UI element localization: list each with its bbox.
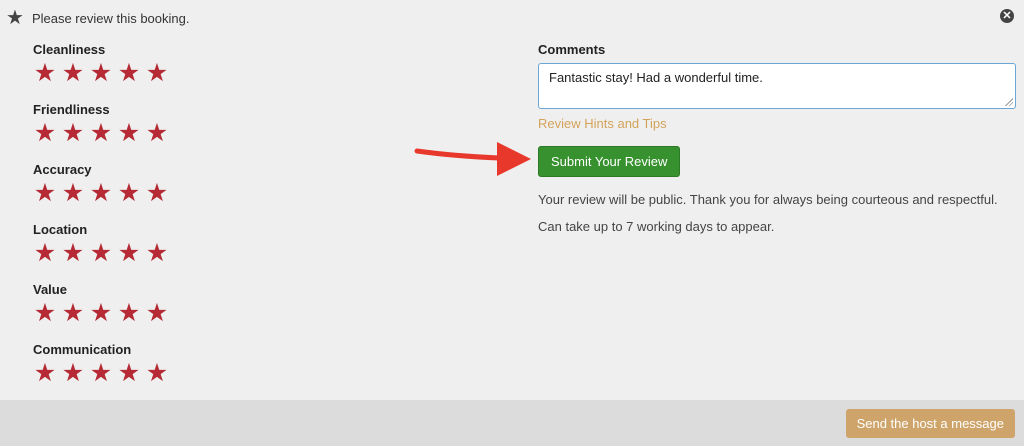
rating-label: Communication: [33, 342, 132, 357]
footer-bar: Send the host a message: [0, 400, 1024, 446]
star-icon[interactable]: ★: [117, 301, 141, 326]
star-icon[interactable]: ★: [117, 121, 141, 146]
star-icon[interactable]: ★: [89, 181, 113, 206]
star-rating: ★ ★ ★ ★ ★: [33, 181, 233, 206]
close-icon[interactable]: ✕: [1000, 9, 1014, 23]
public-notice: Your review will be public. Thank you fo…: [538, 192, 998, 207]
rating-accuracy: Accuracy ★ ★ ★ ★ ★: [33, 162, 233, 220]
star-rating: ★ ★ ★ ★ ★: [33, 121, 233, 146]
comments-textarea[interactable]: Fantastic stay! Had a wonderful time.: [538, 63, 1016, 109]
star-icon[interactable]: ★: [145, 241, 169, 266]
star-icon[interactable]: ★: [117, 61, 141, 86]
rating-label: Cleanliness: [33, 42, 106, 57]
comments-value: Fantastic stay! Had a wonderful time.: [549, 70, 763, 85]
rating-value: Value ★ ★ ★ ★ ★: [33, 282, 233, 340]
star-icon[interactable]: ★: [61, 301, 85, 326]
star-icon[interactable]: ★: [33, 361, 57, 386]
comments-section: Comments Fantastic stay! Had a wonderful…: [538, 40, 1018, 234]
star-icon[interactable]: ★: [61, 361, 85, 386]
review-hints-link[interactable]: Review Hints and Tips: [538, 116, 1018, 132]
comments-label: Comments: [538, 42, 606, 57]
resize-handle-icon[interactable]: [1005, 98, 1013, 106]
review-header: ★ Please review this booking.: [6, 8, 189, 28]
star-icon[interactable]: ★: [33, 241, 57, 266]
rating-label: Value: [33, 282, 67, 297]
star-rating: ★ ★ ★ ★ ★: [33, 241, 233, 266]
rating-label: Accuracy: [33, 162, 92, 177]
star-icon[interactable]: ★: [33, 61, 57, 86]
star-rating: ★ ★ ★ ★ ★: [33, 361, 233, 386]
star-icon[interactable]: ★: [145, 61, 169, 86]
star-icon[interactable]: ★: [33, 181, 57, 206]
star-icon[interactable]: ★: [145, 121, 169, 146]
star-icon[interactable]: ★: [89, 301, 113, 326]
rating-friendliness: Friendliness ★ ★ ★ ★ ★: [33, 102, 233, 160]
header-title: Please review this booking.: [31, 10, 190, 26]
star-icon[interactable]: ★: [61, 241, 85, 266]
star-rating: ★ ★ ★ ★ ★: [33, 61, 233, 86]
star-icon[interactable]: ★: [145, 361, 169, 386]
star-icon[interactable]: ★: [145, 301, 169, 326]
star-icon[interactable]: ★: [89, 121, 113, 146]
arrow-shaft: [414, 148, 502, 161]
rating-location: Location ★ ★ ★ ★ ★: [33, 222, 233, 280]
star-icon[interactable]: ★: [89, 61, 113, 86]
star-icon[interactable]: ★: [89, 361, 113, 386]
send-host-message-button[interactable]: Send the host a message: [845, 409, 1015, 438]
star-icon[interactable]: ★: [61, 121, 85, 146]
review-panel: ★ Please review this booking. ✕ Cleanlin…: [0, 0, 1024, 400]
star-icon: ★: [6, 7, 24, 29]
submit-review-button[interactable]: Submit Your Review: [538, 146, 681, 177]
star-icon[interactable]: ★: [61, 61, 85, 86]
delay-notice: Can take up to 7 working days to appear.: [538, 219, 775, 234]
rating-label: Location: [33, 222, 88, 237]
ratings-list: Cleanliness ★ ★ ★ ★ ★ Friendliness ★ ★ ★ ★ ★ Accurac…: [33, 40, 233, 400]
star-icon[interactable]: ★: [117, 241, 141, 266]
rating-label: Friendliness: [33, 102, 110, 117]
star-icon[interactable]: ★: [33, 301, 57, 326]
star-icon[interactable]: ★: [33, 121, 57, 146]
star-icon[interactable]: ★: [117, 181, 141, 206]
star-icon[interactable]: ★: [61, 181, 85, 206]
star-icon[interactable]: ★: [89, 241, 113, 266]
rating-communication: Communication ★ ★ ★ ★ ★: [33, 342, 233, 400]
star-icon[interactable]: ★: [145, 181, 169, 206]
rating-cleanliness: Cleanliness ★ ★ ★ ★ ★: [33, 42, 233, 100]
arrow-head: [497, 142, 531, 176]
star-icon[interactable]: ★: [117, 361, 141, 386]
star-rating: ★ ★ ★ ★ ★: [33, 301, 233, 326]
arrow-annotation: [414, 142, 531, 176]
